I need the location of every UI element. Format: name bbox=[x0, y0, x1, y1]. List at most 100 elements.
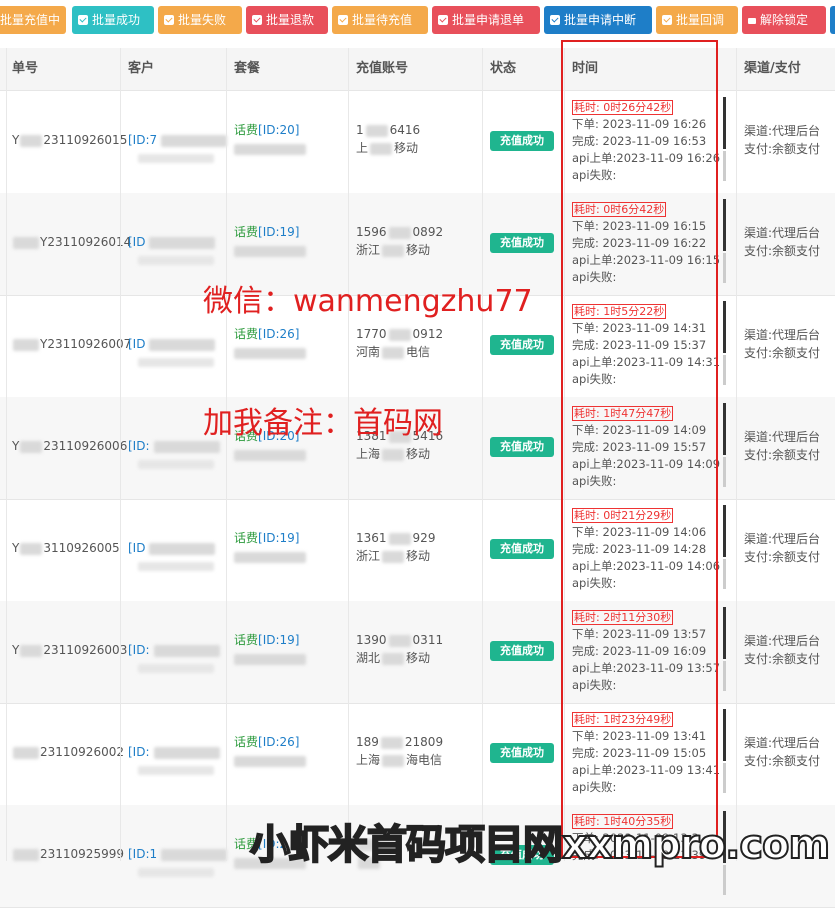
order-number: 23110925999 bbox=[12, 847, 124, 861]
order-number: Y23110926007 bbox=[12, 337, 131, 351]
redacted-block bbox=[388, 532, 411, 545]
check-icon bbox=[164, 15, 174, 25]
check-icon bbox=[252, 15, 262, 25]
channel-payment: 渠道:代理后台 支付:余额支付 bbox=[744, 428, 820, 464]
col-channel: 渠道/支付 bbox=[744, 61, 801, 76]
redacted-block bbox=[234, 246, 306, 257]
redacted-block bbox=[380, 736, 403, 749]
status-badge: 充值成功 bbox=[490, 437, 554, 457]
batch-request-cancel-button[interactable]: 批量申请退单 bbox=[432, 6, 540, 34]
redacted-block bbox=[388, 634, 411, 647]
scroll-indicator bbox=[723, 709, 726, 761]
wechat-watermark: 微信：wanmengzhu77 bbox=[203, 284, 533, 319]
redacted-block bbox=[382, 550, 405, 563]
redacted-block bbox=[382, 346, 405, 359]
customer-link[interactable]: [ID:1 bbox=[128, 847, 228, 877]
channel-text: 渠道:代理后台 bbox=[744, 430, 821, 444]
col-order: 单号 bbox=[12, 61, 39, 76]
batch-callback-button[interactable]: 批量回调 bbox=[656, 6, 738, 34]
scroll-indicator bbox=[723, 607, 726, 659]
redacted-block bbox=[138, 664, 214, 673]
redacted-block bbox=[161, 134, 228, 147]
channel-text: 渠道:代理后台 bbox=[744, 328, 821, 342]
package-info: 话费[ID:26] bbox=[234, 325, 306, 360]
recharge-account: 1361 929 浙江 移动 bbox=[356, 531, 436, 563]
status-badge: 充值成功 bbox=[490, 131, 554, 151]
site-watermark: 小虾米首码项目网xxmpro.com bbox=[249, 821, 831, 869]
unlock-icon bbox=[748, 18, 756, 24]
overflow-button[interactable] bbox=[830, 6, 835, 34]
channel-payment: 渠道:代理后台 支付:余额支付 bbox=[744, 530, 820, 566]
col-customer: 客户 bbox=[128, 61, 155, 76]
scroll-track bbox=[723, 457, 726, 487]
redacted-block bbox=[365, 124, 388, 137]
channel-payment: 渠道:代理后台 支付:余额支付 bbox=[744, 224, 820, 260]
channel-text: 渠道:代理后台 bbox=[744, 124, 821, 138]
batch-recharging-button[interactable]: 批量充值中 bbox=[0, 6, 66, 34]
redacted-block bbox=[138, 256, 214, 265]
package-info: 话费[ID:19] bbox=[234, 223, 306, 258]
redacted-block bbox=[382, 754, 405, 767]
order-number: Y 23110926015 bbox=[12, 133, 128, 147]
redacted-block bbox=[234, 348, 306, 359]
payment-text: 支付:余额支付 bbox=[744, 550, 821, 564]
payment-text: 支付:余额支付 bbox=[744, 448, 821, 462]
redacted-block bbox=[370, 142, 393, 155]
recharge-account: 1596 0892 浙江 移动 bbox=[356, 225, 444, 257]
customer-link[interactable]: [ID bbox=[128, 541, 216, 571]
redacted-block bbox=[138, 868, 214, 877]
customer-link[interactable]: [ID bbox=[128, 235, 216, 265]
redacted-block bbox=[20, 440, 43, 453]
customer-link[interactable]: [ID: bbox=[128, 643, 220, 673]
customer-link[interactable]: [ID:7 bbox=[128, 133, 228, 163]
scroll-track bbox=[723, 559, 726, 589]
scroll-track bbox=[723, 253, 726, 283]
check-icon bbox=[550, 15, 560, 25]
payment-text: 支付:余额支付 bbox=[744, 754, 821, 768]
redacted-block bbox=[153, 644, 220, 657]
time-column-highlight bbox=[561, 40, 718, 858]
recharge-account: 189 21809 上海 海电信 bbox=[356, 735, 444, 767]
payment-text: 支付:余额支付 bbox=[744, 142, 821, 156]
redacted-block bbox=[149, 338, 216, 351]
redacted-block bbox=[13, 746, 39, 759]
order-number: 23110926002 bbox=[12, 745, 124, 759]
package-info: 话费[ID:26] bbox=[234, 733, 306, 768]
check-icon bbox=[662, 15, 672, 25]
redacted-block bbox=[20, 542, 43, 555]
channel-payment: 渠道:代理后台 支付:余额支付 bbox=[744, 632, 820, 668]
redacted-block bbox=[234, 756, 306, 767]
redacted-block bbox=[138, 358, 214, 367]
customer-link[interactable]: [ID: bbox=[128, 745, 220, 775]
redacted-block bbox=[138, 562, 214, 571]
channel-text: 渠道:代理后台 bbox=[744, 226, 821, 240]
redacted-block bbox=[13, 338, 39, 351]
batch-fail-button[interactable]: 批量失败 bbox=[158, 6, 242, 34]
customer-link[interactable]: [ID bbox=[128, 337, 216, 367]
payment-text: 支付:余额支付 bbox=[744, 346, 821, 360]
channel-text: 渠道:代理后台 bbox=[744, 634, 821, 648]
redacted-block bbox=[138, 460, 214, 469]
redacted-block bbox=[138, 154, 214, 163]
redacted-block bbox=[149, 236, 216, 249]
check-icon bbox=[338, 15, 348, 25]
redacted-block bbox=[153, 440, 220, 453]
status-badge: 充值成功 bbox=[490, 233, 554, 253]
redacted-block bbox=[20, 644, 43, 657]
channel-payment: 渠道:代理后台 支付:余额支付 bbox=[744, 326, 820, 362]
note-watermark: 加我备注：首码网 bbox=[203, 406, 443, 441]
order-number: Y 23110926006 bbox=[12, 439, 128, 453]
batch-refund-button[interactable]: 批量退款 bbox=[246, 6, 328, 34]
redacted-block bbox=[382, 652, 405, 665]
check-icon bbox=[78, 15, 88, 25]
batch-pending-button[interactable]: 批量待充值 bbox=[332, 6, 428, 34]
channel-payment: 渠道:代理后台 支付:余额支付 bbox=[744, 734, 820, 770]
redacted-block bbox=[234, 144, 306, 155]
status-badge: 充值成功 bbox=[490, 641, 554, 661]
redacted-block bbox=[388, 328, 411, 341]
batch-request-interrupt-button[interactable]: 批量申请中断 bbox=[544, 6, 652, 34]
batch-success-button[interactable]: 批量成功 bbox=[72, 6, 154, 34]
scroll-indicator bbox=[723, 97, 726, 149]
unlock-button[interactable]: 解除锁定 bbox=[742, 6, 826, 34]
redacted-block bbox=[388, 226, 411, 239]
